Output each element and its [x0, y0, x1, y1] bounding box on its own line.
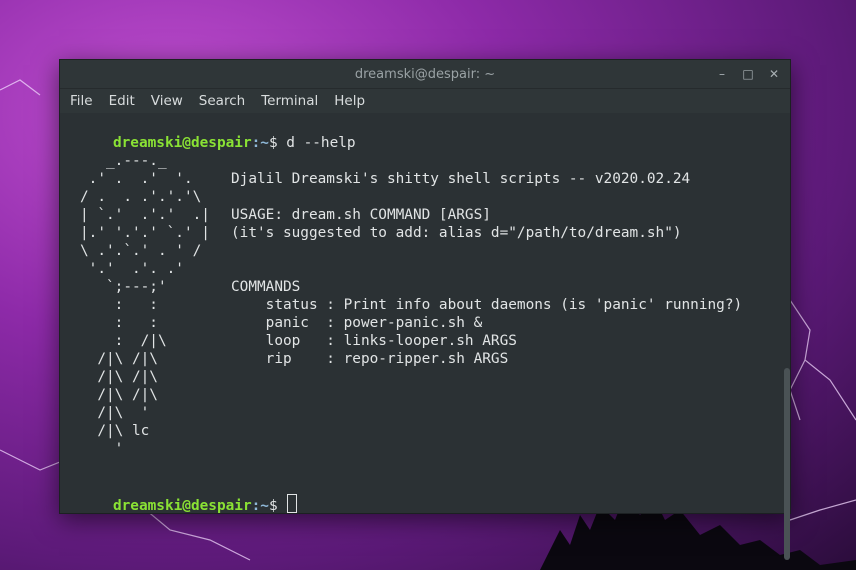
active-prompt-line[interactable]: dreamski@despair:~$ [61, 476, 298, 533]
menu-terminal[interactable]: Terminal [253, 89, 326, 113]
ascii-art-line: / . . .'.'.'\ [80, 189, 202, 205]
command-entry: rip : repo-ripper.sh ARGS [231, 351, 509, 367]
prompt-user-host: dreamski@despair [112, 498, 252, 514]
ascii-art-line: : /|\ [80, 333, 167, 349]
command-entry: panic : power-panic.sh & [231, 315, 483, 331]
ascii-art-line: .' . .' '. [80, 171, 193, 187]
help-usage: USAGE: dream.sh COMMAND [ARGS] [231, 207, 491, 223]
help-suggestion: (it's suggested to add: alias d="/path/t… [231, 225, 682, 241]
menu-view[interactable]: View [143, 89, 191, 113]
prompt-path: :~ [251, 135, 269, 151]
minimize-icon: – [719, 67, 725, 81]
terminal-output[interactable]: dreamski@despair:~$ d --help _.---._ .' … [60, 113, 790, 560]
maximize-icon: □ [742, 67, 754, 81]
window-controls: – □ ✕ [712, 64, 784, 84]
ascii-art-line: \ .'.`.' . ' / [80, 243, 202, 259]
ascii-art-line: /|\ /|\ [80, 351, 158, 367]
ascii-art-line: : : [80, 297, 158, 313]
ascii-art-line: /|\ /|\ [80, 387, 158, 403]
menu-file[interactable]: File [62, 89, 101, 113]
prompt-path: :~ [251, 498, 269, 514]
commands-header: COMMANDS [231, 279, 301, 295]
ascii-art-line: '.' .'. .' [80, 261, 184, 277]
ascii-art-line: | `.' .'.' .| [80, 207, 210, 223]
menu-edit[interactable]: Edit [101, 89, 143, 113]
text-cursor [287, 494, 298, 513]
ascii-art-line: /|\ ' [80, 405, 150, 421]
ascii-art-line: : : [80, 315, 158, 331]
command-entry: status : Print info about daemons (is 'p… [231, 297, 743, 313]
close-button[interactable]: ✕ [764, 64, 784, 84]
ascii-art-line: /|\ /|\ [80, 369, 158, 385]
maximize-button[interactable]: □ [738, 64, 758, 84]
prompt-symbol: $ [268, 135, 287, 151]
window-title: dreamski@despair: ~ [354, 66, 496, 82]
scrollbar[interactable] [784, 368, 790, 560]
menu-search[interactable]: Search [191, 89, 253, 113]
prompt-symbol: $ [268, 498, 287, 514]
menu-bar: File Edit View Search Terminal Help [60, 89, 790, 113]
minimize-button[interactable]: – [712, 64, 732, 84]
close-icon: ✕ [768, 67, 780, 81]
entered-command: d --help [286, 135, 356, 151]
ascii-art-line: _.---._ [80, 153, 167, 169]
command-entry: loop : links-looper.sh ARGS [231, 333, 517, 349]
ascii-art-line: /|\ lc [80, 423, 150, 439]
menu-help[interactable]: Help [326, 89, 373, 113]
prompt-user-host: dreamski@despair [112, 135, 252, 151]
ascii-art-line: |.' '.'.' `.' | [80, 225, 210, 241]
help-banner: Djalil Dreamski's shitty shell scripts -… [231, 171, 691, 187]
ascii-art-line: ' [80, 441, 124, 457]
ascii-art-line: `;---;' [80, 279, 167, 295]
terminal-window[interactable]: dreamski@despair: ~ – □ ✕ File Edit View… [59, 59, 791, 560]
window-titlebar[interactable]: dreamski@despair: ~ – □ ✕ [60, 60, 790, 89]
